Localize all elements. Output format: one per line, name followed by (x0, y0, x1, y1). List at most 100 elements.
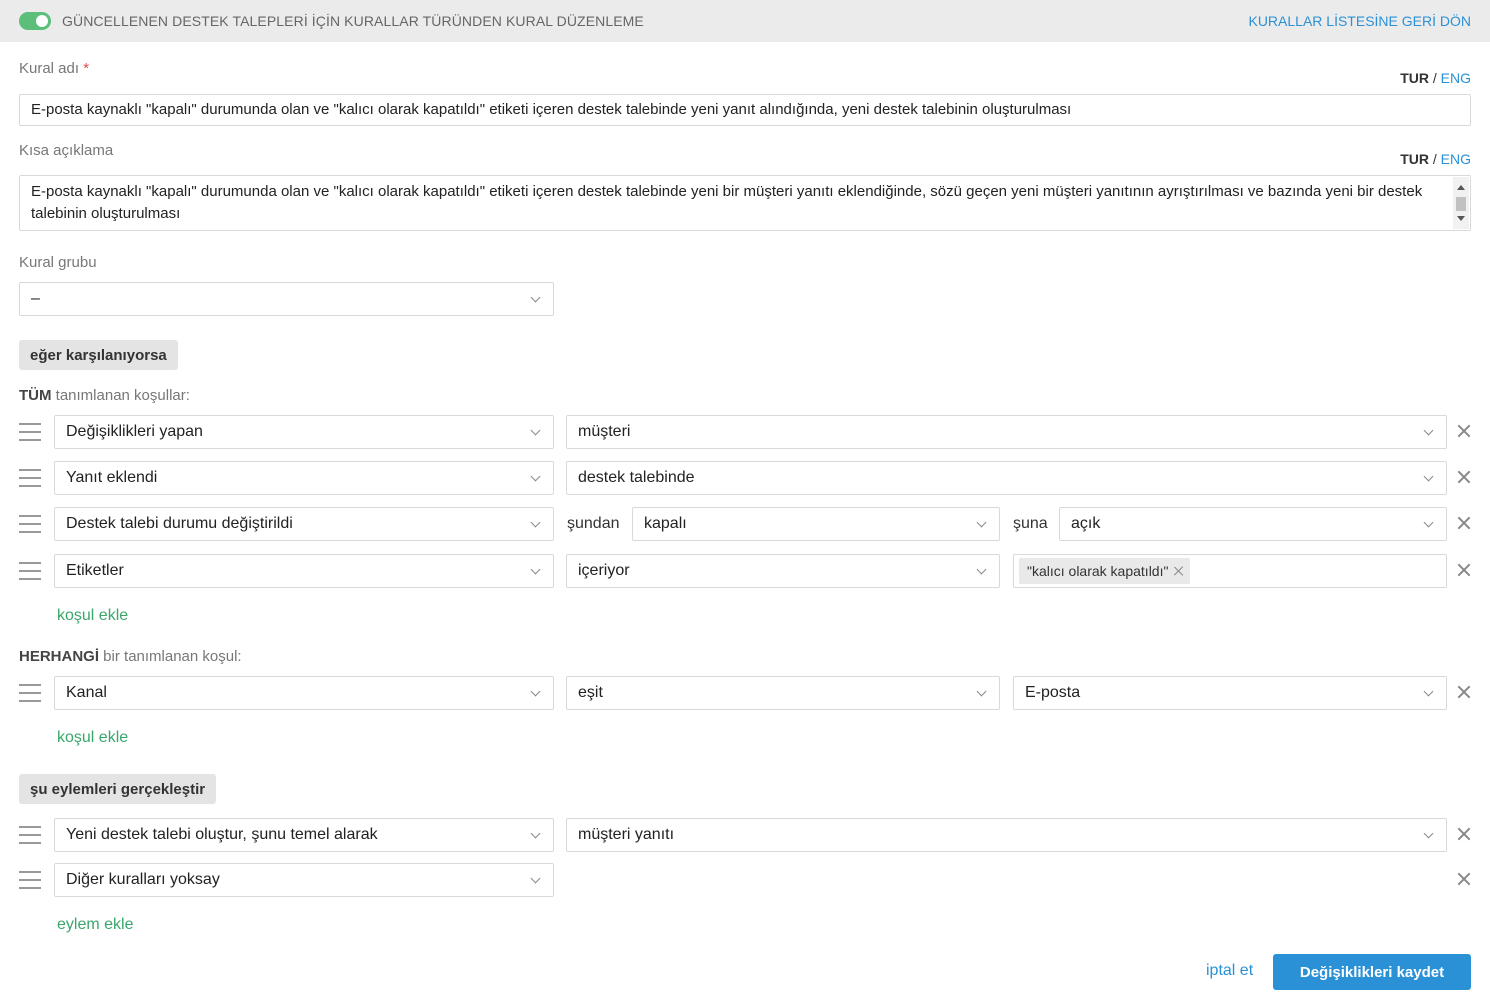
chevron-down-icon (530, 292, 541, 303)
condition-field-value: Etiketler (66, 562, 124, 579)
drag-handle-icon[interactable] (19, 423, 41, 441)
action-field-value: Yeni destek talebi oluştur, şunu temel a… (66, 826, 378, 843)
chevron-down-icon (530, 517, 541, 528)
condition-field-value: Değişiklikleri yapan (66, 423, 203, 440)
lang-tur[interactable]: TUR (1400, 151, 1429, 167)
action-value-select[interactable]: müşteri yanıtı (566, 818, 1447, 852)
tags-input[interactable]: "kalıcı olarak kapatıldı" (1013, 554, 1447, 588)
scroll-down-arrow-icon[interactable] (1457, 216, 1465, 221)
save-changes-button[interactable]: Değişiklikleri kaydet (1273, 954, 1471, 990)
condition-value: E-posta (1025, 684, 1081, 701)
condition-value-select[interactable]: E-posta (1013, 676, 1447, 710)
chevron-down-icon (1423, 425, 1434, 436)
condition-field-select[interactable]: Kanal (54, 676, 554, 710)
status-from-value: kapalı (644, 515, 687, 532)
chevron-down-icon (1423, 686, 1434, 697)
condition-field-value: Destek talebi durumu değiştirildi (66, 515, 293, 532)
condition-operator-select[interactable]: eşit (566, 676, 1000, 710)
short-desc-lang-switch: TUR / ENG (1400, 151, 1471, 167)
action-value: müşteri yanıtı (578, 826, 675, 843)
condition-value-select[interactable]: destek talebinde (566, 461, 1447, 495)
condition-field-select[interactable]: Destek talebi durumu değiştirildi (54, 507, 554, 541)
chevron-down-icon (530, 425, 541, 436)
status-from-select[interactable]: kapalı (632, 507, 1000, 541)
rule-name-lang-switch: TUR / ENG (1400, 70, 1471, 86)
chevron-down-icon (1423, 471, 1434, 482)
chevron-down-icon (530, 873, 541, 884)
action-field-select[interactable]: Yeni destek talebi oluştur, şunu temel a… (54, 818, 554, 852)
condition-field-select[interactable]: Etiketler (54, 554, 554, 588)
all-conditions-label-rest: tanımlanan koşullar: (51, 387, 190, 404)
add-any-condition-link[interactable]: koşul ekle (57, 729, 128, 747)
chevron-down-icon (530, 471, 541, 482)
condition-operator-value: içeriyor (578, 562, 630, 579)
drag-handle-icon[interactable] (19, 515, 41, 533)
tag-chip: "kalıcı olarak kapatıldı" (1019, 558, 1191, 584)
chevron-down-icon (1423, 828, 1434, 839)
remove-condition-icon[interactable] (1456, 684, 1472, 700)
rule-active-toggle[interactable] (19, 12, 51, 30)
chevron-down-icon (530, 828, 541, 839)
status-to-value: açık (1071, 515, 1101, 532)
lang-tur[interactable]: TUR (1400, 70, 1429, 86)
rule-group-select[interactable]: – (19, 282, 554, 316)
condition-field-select[interactable]: Değişiklikleri yapan (54, 415, 554, 449)
rule-name-value: E-posta kaynaklı "kapalı" durumunda olan… (31, 101, 1072, 118)
remove-action-icon[interactable] (1456, 826, 1472, 842)
chevron-down-icon (976, 564, 987, 575)
remove-condition-icon[interactable] (1456, 423, 1472, 439)
remove-condition-icon[interactable] (1456, 515, 1472, 531)
lang-eng[interactable]: ENG (1441, 70, 1471, 86)
any-conditions-label-rest: bir tanımlanan koşul: (99, 648, 242, 665)
chevron-down-icon (530, 686, 541, 697)
condition-field-value: Kanal (66, 684, 107, 701)
if-section-header: eğer karşılanıyorsa (19, 340, 178, 370)
textarea-scrollbar[interactable] (1453, 177, 1469, 229)
remove-condition-icon[interactable] (1456, 562, 1472, 578)
rule-name-input[interactable]: E-posta kaynaklı "kapalı" durumunda olan… (19, 94, 1471, 126)
page-header: GÜNCELLENEN DESTEK TALEPLERİ İÇİN KURALL… (0, 0, 1490, 42)
rule-name-label: Kural adı * (19, 60, 89, 77)
page-title: GÜNCELLENEN DESTEK TALEPLERİ İÇİN KURALL… (62, 13, 644, 29)
to-word: şuna (1013, 515, 1048, 532)
all-conditions-label: TÜM tanımlanan koşullar: (19, 387, 190, 404)
action-field-select[interactable]: Diğer kuralları yoksay (54, 863, 554, 897)
condition-value-select[interactable]: müşteri (566, 415, 1447, 449)
lang-eng[interactable]: ENG (1441, 151, 1471, 167)
drag-handle-icon[interactable] (19, 871, 41, 889)
remove-action-icon[interactable] (1456, 871, 1472, 887)
rule-name-label-text: Kural adı (19, 60, 80, 77)
remove-condition-icon[interactable] (1456, 469, 1472, 485)
any-conditions-label-strong: HERHANGİ (19, 648, 100, 665)
status-to-select[interactable]: açık (1059, 507, 1447, 541)
from-word: şundan (567, 515, 620, 532)
scroll-up-arrow-icon[interactable] (1457, 185, 1465, 190)
add-all-condition-link[interactable]: koşul ekle (57, 607, 128, 625)
chevron-down-icon (976, 686, 987, 697)
back-to-rules-link[interactable]: KURALLAR LİSTESİNE GERİ DÖN (1248, 13, 1471, 29)
cancel-link[interactable]: iptal et (1206, 962, 1253, 980)
scroll-thumb[interactable] (1456, 197, 1466, 211)
short-desc-textarea[interactable]: E-posta kaynaklı "kapalı" durumunda olan… (19, 175, 1471, 231)
drag-handle-icon[interactable] (19, 562, 41, 580)
condition-operator-value: eşit (578, 684, 603, 701)
condition-field-select[interactable]: Yanıt eklendi (54, 461, 554, 495)
drag-handle-icon[interactable] (19, 469, 41, 487)
condition-value: destek talebinde (578, 469, 695, 486)
condition-operator-select[interactable]: içeriyor (566, 554, 1000, 588)
lang-separator: / (1432, 70, 1437, 86)
add-action-link[interactable]: eylem ekle (57, 916, 133, 934)
short-desc-label: Kısa açıklama (19, 142, 114, 159)
chevron-down-icon (1423, 517, 1434, 528)
drag-handle-icon[interactable] (19, 684, 41, 702)
rule-group-label: Kural grubu (19, 254, 97, 271)
remove-tag-icon[interactable] (1174, 566, 1184, 576)
tag-label: "kalıcı olarak kapatıldı" (1027, 563, 1169, 579)
any-conditions-label: HERHANGİ bir tanımlanan koşul: (19, 648, 242, 665)
chevron-down-icon (976, 517, 987, 528)
rule-group-value: – (31, 290, 40, 307)
drag-handle-icon[interactable] (19, 826, 41, 844)
condition-field-value: Yanıt eklendi (66, 469, 158, 486)
chevron-down-icon (530, 564, 541, 575)
all-conditions-label-strong: TÜM (19, 387, 52, 404)
